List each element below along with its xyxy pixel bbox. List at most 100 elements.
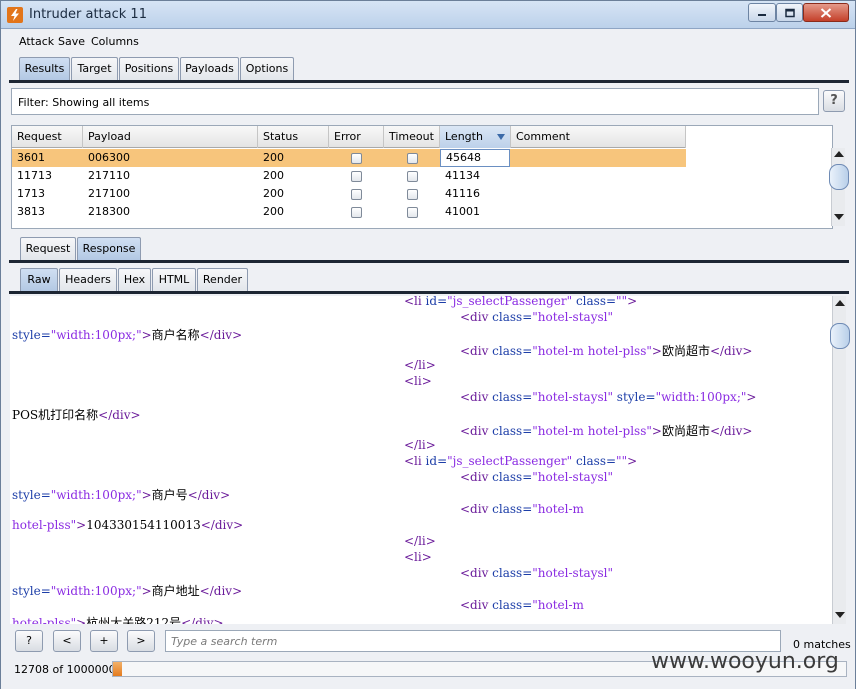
code-token: class= — [492, 470, 533, 484]
response-raw-view[interactable]: <li id="js_selectPassenger" class=""> <di… — [10, 296, 832, 624]
search-help-button[interactable]: ? — [15, 630, 43, 652]
filter-text: Filter: Showing all items — [18, 96, 150, 109]
tab-hex[interactable]: Hex — [118, 268, 151, 292]
code-line: style="width:100px;">商户地址</div> — [12, 582, 242, 599]
cell-length: 45648 — [440, 149, 510, 167]
code-token: "width:100px;" — [50, 584, 142, 598]
results-scrollbar[interactable] — [829, 148, 849, 226]
code-token: </div> — [98, 408, 141, 422]
tab-html[interactable]: HTML — [152, 268, 196, 292]
tab-response[interactable]: Response — [77, 237, 141, 261]
close-button[interactable] — [803, 3, 849, 22]
tab-request[interactable]: Request — [20, 237, 76, 261]
code-token: <div — [460, 502, 493, 516]
code-token: <div — [460, 390, 493, 404]
reqresp-divider — [9, 260, 849, 263]
response-scroll-up-icon[interactable] — [835, 300, 845, 306]
code-token: id= — [425, 296, 448, 308]
column-request[interactable]: Request — [12, 126, 83, 148]
cell-length: 41116 — [445, 187, 480, 200]
code-line: <div class="hotel-m — [460, 502, 584, 516]
minimize-button[interactable] — [748, 3, 776, 22]
code-token: "hotel-staysl" — [532, 310, 613, 324]
code-token: <div — [460, 598, 493, 612]
filter-bar[interactable]: Filter: Showing all items — [11, 88, 819, 115]
progress-text: 12708 of 1000000 — [14, 663, 116, 676]
code-token: </li> — [404, 358, 436, 372]
code-token: class= — [492, 598, 533, 612]
table-row[interactable]: 11713 217110 200 41134 — [12, 167, 686, 185]
table-row[interactable]: 3601 006300 200 45648 — [12, 149, 686, 167]
code-token: class= — [492, 390, 533, 404]
results-scroll-thumb[interactable] — [829, 164, 849, 190]
tab-headers[interactable]: Headers — [59, 268, 117, 292]
code-token: class= — [492, 566, 533, 580]
scroll-down-icon[interactable] — [834, 214, 844, 220]
response-scroll-down-icon[interactable] — [835, 612, 845, 618]
cell-comment — [511, 167, 686, 185]
timeout-checkbox — [407, 207, 418, 218]
tab-payloads[interactable]: Payloads — [180, 57, 239, 81]
code-line: <div class="hotel-m hotel-plss">欧尚超市</di… — [460, 422, 752, 439]
code-token: </div> — [199, 328, 243, 342]
column-error[interactable]: Error — [329, 126, 384, 148]
tab-target[interactable]: Target — [71, 57, 118, 81]
code-token: style= — [612, 390, 656, 404]
menu-columns[interactable]: Columns — [91, 35, 139, 48]
column-comment[interactable]: Comment — [511, 126, 686, 148]
tab-render[interactable]: Render — [197, 268, 248, 292]
column-timeout[interactable]: Timeout — [384, 126, 440, 148]
tab-results[interactable]: Results — [19, 57, 70, 81]
code-token: class= — [492, 424, 533, 438]
search-next-button[interactable]: > — [127, 630, 155, 652]
intruder-window: Intruder attack 11 Attack Save Columns R… — [0, 0, 856, 689]
response-scrollbar[interactable] — [830, 296, 850, 624]
tab-positions[interactable]: Positions — [119, 57, 179, 81]
code-token: </div> — [199, 584, 243, 598]
cell-status: 200 — [263, 205, 284, 218]
menu-save[interactable]: Save — [58, 35, 85, 48]
search-prev-button[interactable]: < — [53, 630, 81, 652]
table-row[interactable]: 1713 217100 200 41116 — [12, 185, 686, 203]
cell-length: 41001 — [445, 205, 480, 218]
title-bar[interactable]: Intruder attack 11 — [1, 1, 855, 29]
code-token: > — [141, 328, 152, 342]
table-header: Request Payload Status Error Timeout Len… — [12, 126, 686, 148]
code-token: </div> — [709, 344, 753, 358]
scroll-up-icon[interactable] — [834, 151, 844, 157]
minimize-icon — [758, 13, 766, 16]
code-token: </div> — [709, 424, 753, 438]
search-add-button[interactable]: + — [90, 630, 118, 652]
code-token: <div — [460, 470, 493, 484]
code-token: "hotel-m — [532, 598, 584, 612]
error-checkbox — [351, 189, 362, 200]
code-token: style= — [12, 584, 51, 598]
reqresp-tabs: Request Response — [1, 237, 201, 261]
cell-length: 41134 — [445, 169, 480, 182]
code-token: > — [627, 454, 638, 468]
code-line: <div class="hotel-staysl" — [460, 470, 613, 484]
burp-lightning-icon — [7, 7, 23, 23]
response-scroll-thumb[interactable] — [830, 323, 850, 349]
menu-attack[interactable]: Attack — [19, 35, 54, 48]
column-status[interactable]: Status — [258, 126, 329, 148]
tab-raw[interactable]: Raw — [20, 268, 58, 292]
column-length[interactable]: Length — [440, 126, 511, 148]
column-length-label: Length — [445, 130, 483, 143]
cell-payload: 217110 — [88, 169, 130, 182]
maximize-icon — [784, 8, 795, 17]
timeout-checkbox — [407, 171, 418, 182]
code-token: "" — [616, 454, 628, 468]
code-token: > — [627, 296, 638, 308]
tab-options[interactable]: Options — [240, 57, 294, 81]
maximize-button[interactable] — [776, 3, 803, 22]
view-tabs: Raw Headers Hex HTML Render — [1, 268, 261, 292]
column-payload[interactable]: Payload — [83, 126, 258, 148]
code-line: <li id="js_selectPassenger" class=""> — [404, 296, 637, 308]
watermark: www.wooyun.org — [651, 649, 839, 674]
filter-help-button[interactable]: ? — [823, 90, 845, 112]
table-blank-area — [686, 126, 832, 228]
tab-divider — [9, 80, 849, 83]
code-token: <li — [404, 454, 426, 468]
table-row[interactable]: 3813 218300 200 41001 — [12, 203, 686, 221]
